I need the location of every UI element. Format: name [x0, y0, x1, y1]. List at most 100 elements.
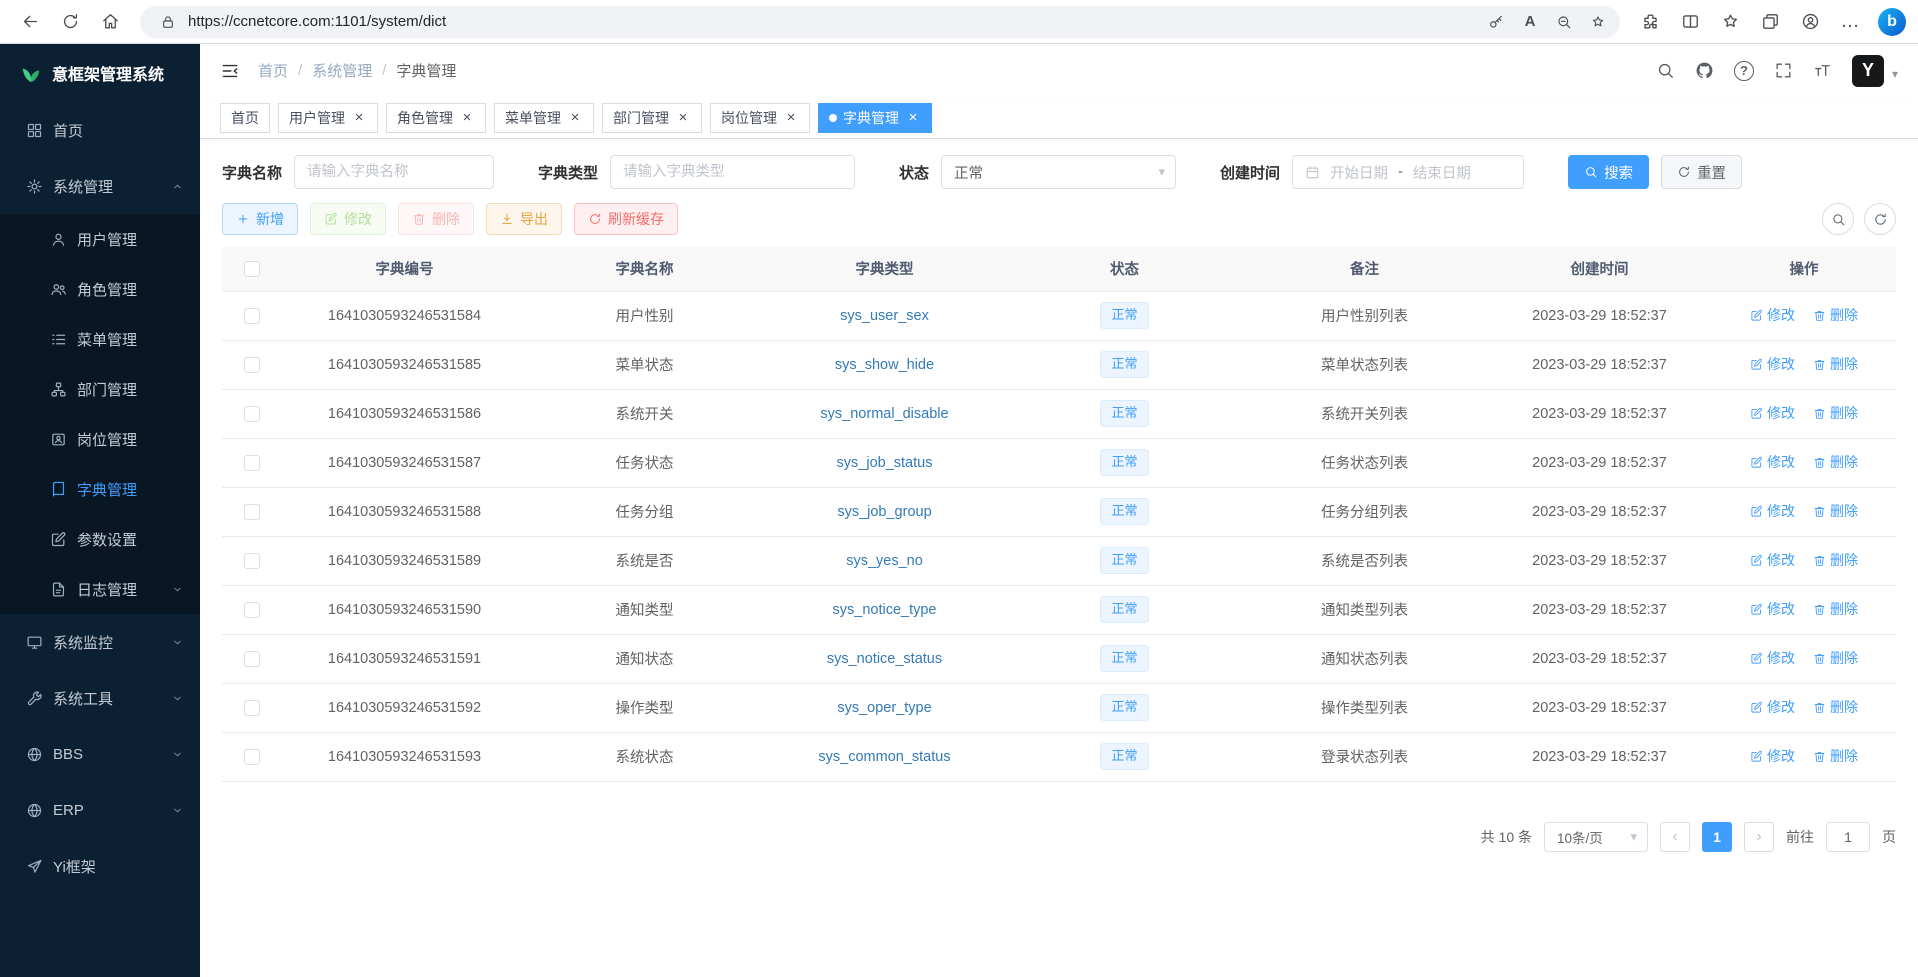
page-size-select[interactable]: 10条/页 ▾	[1544, 822, 1648, 852]
copilot-icon[interactable]: b	[1878, 8, 1906, 36]
row-checkbox[interactable]	[244, 455, 260, 471]
tab-close-icon[interactable]: ×	[351, 110, 367, 126]
sidebar-item-dict[interactable]: 字典管理	[0, 464, 200, 514]
dict-type-link[interactable]: sys_normal_disable	[820, 406, 948, 422]
dict-type-link[interactable]: sys_common_status	[818, 749, 950, 765]
tab-close-icon[interactable]: ×	[675, 110, 691, 126]
url-text[interactable]: https://ccnetcore.com:1101/system/dict	[188, 13, 1476, 30]
search-button[interactable]: 搜索	[1568, 155, 1649, 189]
row-delete-link[interactable]: 删除	[1813, 599, 1858, 619]
back-icon[interactable]	[12, 4, 48, 40]
tab-dict[interactable]: 字典管理×	[818, 103, 932, 133]
row-edit-link[interactable]: 修改	[1750, 403, 1795, 423]
reset-button[interactable]: 重置	[1661, 155, 1742, 189]
password-key-icon[interactable]	[1482, 8, 1510, 36]
dict-type-link[interactable]: sys_show_hide	[835, 357, 934, 373]
help-icon[interactable]: ?	[1734, 61, 1754, 81]
row-edit-link[interactable]: 修改	[1750, 305, 1795, 325]
more-options-icon[interactable]: …	[1832, 4, 1868, 40]
sidebar-item-erp[interactable]: ERP	[0, 782, 200, 838]
user-avatar[interactable]: Y	[1852, 55, 1884, 87]
row-edit-link[interactable]: 修改	[1750, 501, 1795, 521]
row-checkbox[interactable]	[244, 406, 260, 422]
tab-close-icon[interactable]: ×	[905, 110, 921, 126]
row-delete-link[interactable]: 删除	[1813, 354, 1858, 374]
add-favorite-icon[interactable]	[1584, 8, 1612, 36]
favorites-bar-icon[interactable]	[1712, 4, 1748, 40]
export-button[interactable]: 导出	[486, 203, 562, 235]
row-checkbox[interactable]	[244, 308, 260, 324]
tab-menu[interactable]: 菜单管理×	[494, 103, 594, 133]
edit-button[interactable]: 修改	[310, 203, 386, 235]
zoom-out-icon[interactable]	[1550, 8, 1578, 36]
row-delete-link[interactable]: 删除	[1813, 697, 1858, 717]
dict-type-link[interactable]: sys_notice_status	[827, 651, 942, 667]
row-edit-link[interactable]: 修改	[1750, 550, 1795, 570]
github-icon[interactable]	[1695, 61, 1714, 80]
collections-icon[interactable]	[1752, 4, 1788, 40]
tab-role[interactable]: 角色管理×	[386, 103, 486, 133]
tab-post[interactable]: 岗位管理×	[710, 103, 810, 133]
sidebar-item-dept[interactable]: 部门管理	[0, 364, 200, 414]
next-page-button[interactable]: ›	[1744, 822, 1774, 852]
breadcrumb-system[interactable]: 系统管理	[312, 60, 372, 81]
fullscreen-icon[interactable]	[1774, 61, 1793, 80]
sidebar-toggle-icon[interactable]	[220, 61, 240, 81]
row-delete-link[interactable]: 删除	[1813, 305, 1858, 325]
delete-button[interactable]: 删除	[398, 203, 474, 235]
home-icon[interactable]	[92, 4, 128, 40]
dict-type-link[interactable]: sys_job_group	[837, 504, 931, 520]
current-page[interactable]: 1	[1702, 822, 1732, 852]
dict-type-link[interactable]: sys_yes_no	[846, 553, 923, 569]
row-checkbox[interactable]	[244, 651, 260, 667]
row-checkbox[interactable]	[244, 602, 260, 618]
tab-dept[interactable]: 部门管理×	[602, 103, 702, 133]
row-checkbox[interactable]	[244, 749, 260, 765]
row-edit-link[interactable]: 修改	[1750, 697, 1795, 717]
sidebar-item-tools[interactable]: 系统工具	[0, 670, 200, 726]
sidebar-item-post[interactable]: 岗位管理	[0, 414, 200, 464]
breadcrumb-home[interactable]: 首页	[258, 60, 288, 81]
dict-type-link[interactable]: sys_job_status	[837, 455, 933, 471]
row-checkbox[interactable]	[244, 553, 260, 569]
tab-close-icon[interactable]: ×	[783, 110, 799, 126]
sidebar-item-bbs[interactable]: BBS	[0, 726, 200, 782]
dict-type-link[interactable]: sys_oper_type	[837, 700, 931, 716]
sidebar-item-user[interactable]: 用户管理	[0, 214, 200, 264]
tab-user[interactable]: 用户管理×	[278, 103, 378, 133]
row-edit-link[interactable]: 修改	[1750, 648, 1795, 668]
dict-type-input[interactable]	[610, 155, 855, 189]
row-checkbox[interactable]	[244, 504, 260, 520]
profile-avatar[interactable]	[1792, 4, 1828, 40]
goto-page-input[interactable]	[1826, 822, 1870, 852]
select-all-checkbox[interactable]	[244, 261, 260, 277]
show-search-icon[interactable]	[1822, 203, 1854, 235]
date-range-picker[interactable]: 开始日期 - 结束日期	[1292, 155, 1524, 189]
sidebar-item-role[interactable]: 角色管理	[0, 264, 200, 314]
read-aloud-icon[interactable]: A	[1516, 8, 1544, 36]
sidebar-item-system[interactable]: 系统管理	[0, 158, 200, 214]
row-edit-link[interactable]: 修改	[1750, 354, 1795, 374]
caret-down-icon[interactable]: ▾	[1892, 67, 1898, 87]
search-icon[interactable]	[1656, 61, 1675, 80]
row-delete-link[interactable]: 删除	[1813, 403, 1858, 423]
row-delete-link[interactable]: 删除	[1813, 648, 1858, 668]
sidebar-item-log[interactable]: 日志管理	[0, 564, 200, 614]
font-size-icon[interactable]	[1813, 61, 1832, 80]
status-select[interactable]: 正常 ▾	[941, 155, 1176, 189]
add-button[interactable]: 新增	[222, 203, 298, 235]
tab-home[interactable]: 首页	[220, 103, 270, 133]
sidebar-item-monitor[interactable]: 系统监控	[0, 614, 200, 670]
sidebar-item-home[interactable]: 首页	[0, 102, 200, 158]
row-checkbox[interactable]	[244, 357, 260, 373]
tab-close-icon[interactable]: ×	[567, 110, 583, 126]
extensions-icon[interactable]	[1632, 4, 1668, 40]
sidebar-item-menu[interactable]: 菜单管理	[0, 314, 200, 364]
dict-type-link[interactable]: sys_notice_type	[833, 602, 937, 618]
row-delete-link[interactable]: 删除	[1813, 550, 1858, 570]
row-delete-link[interactable]: 删除	[1813, 501, 1858, 521]
sidebar-item-yi[interactable]: Yi框架	[0, 838, 200, 894]
app-logo[interactable]: 意框架管理系统	[0, 44, 200, 102]
row-delete-link[interactable]: 删除	[1813, 746, 1858, 766]
sidebar-item-param[interactable]: 参数设置	[0, 514, 200, 564]
